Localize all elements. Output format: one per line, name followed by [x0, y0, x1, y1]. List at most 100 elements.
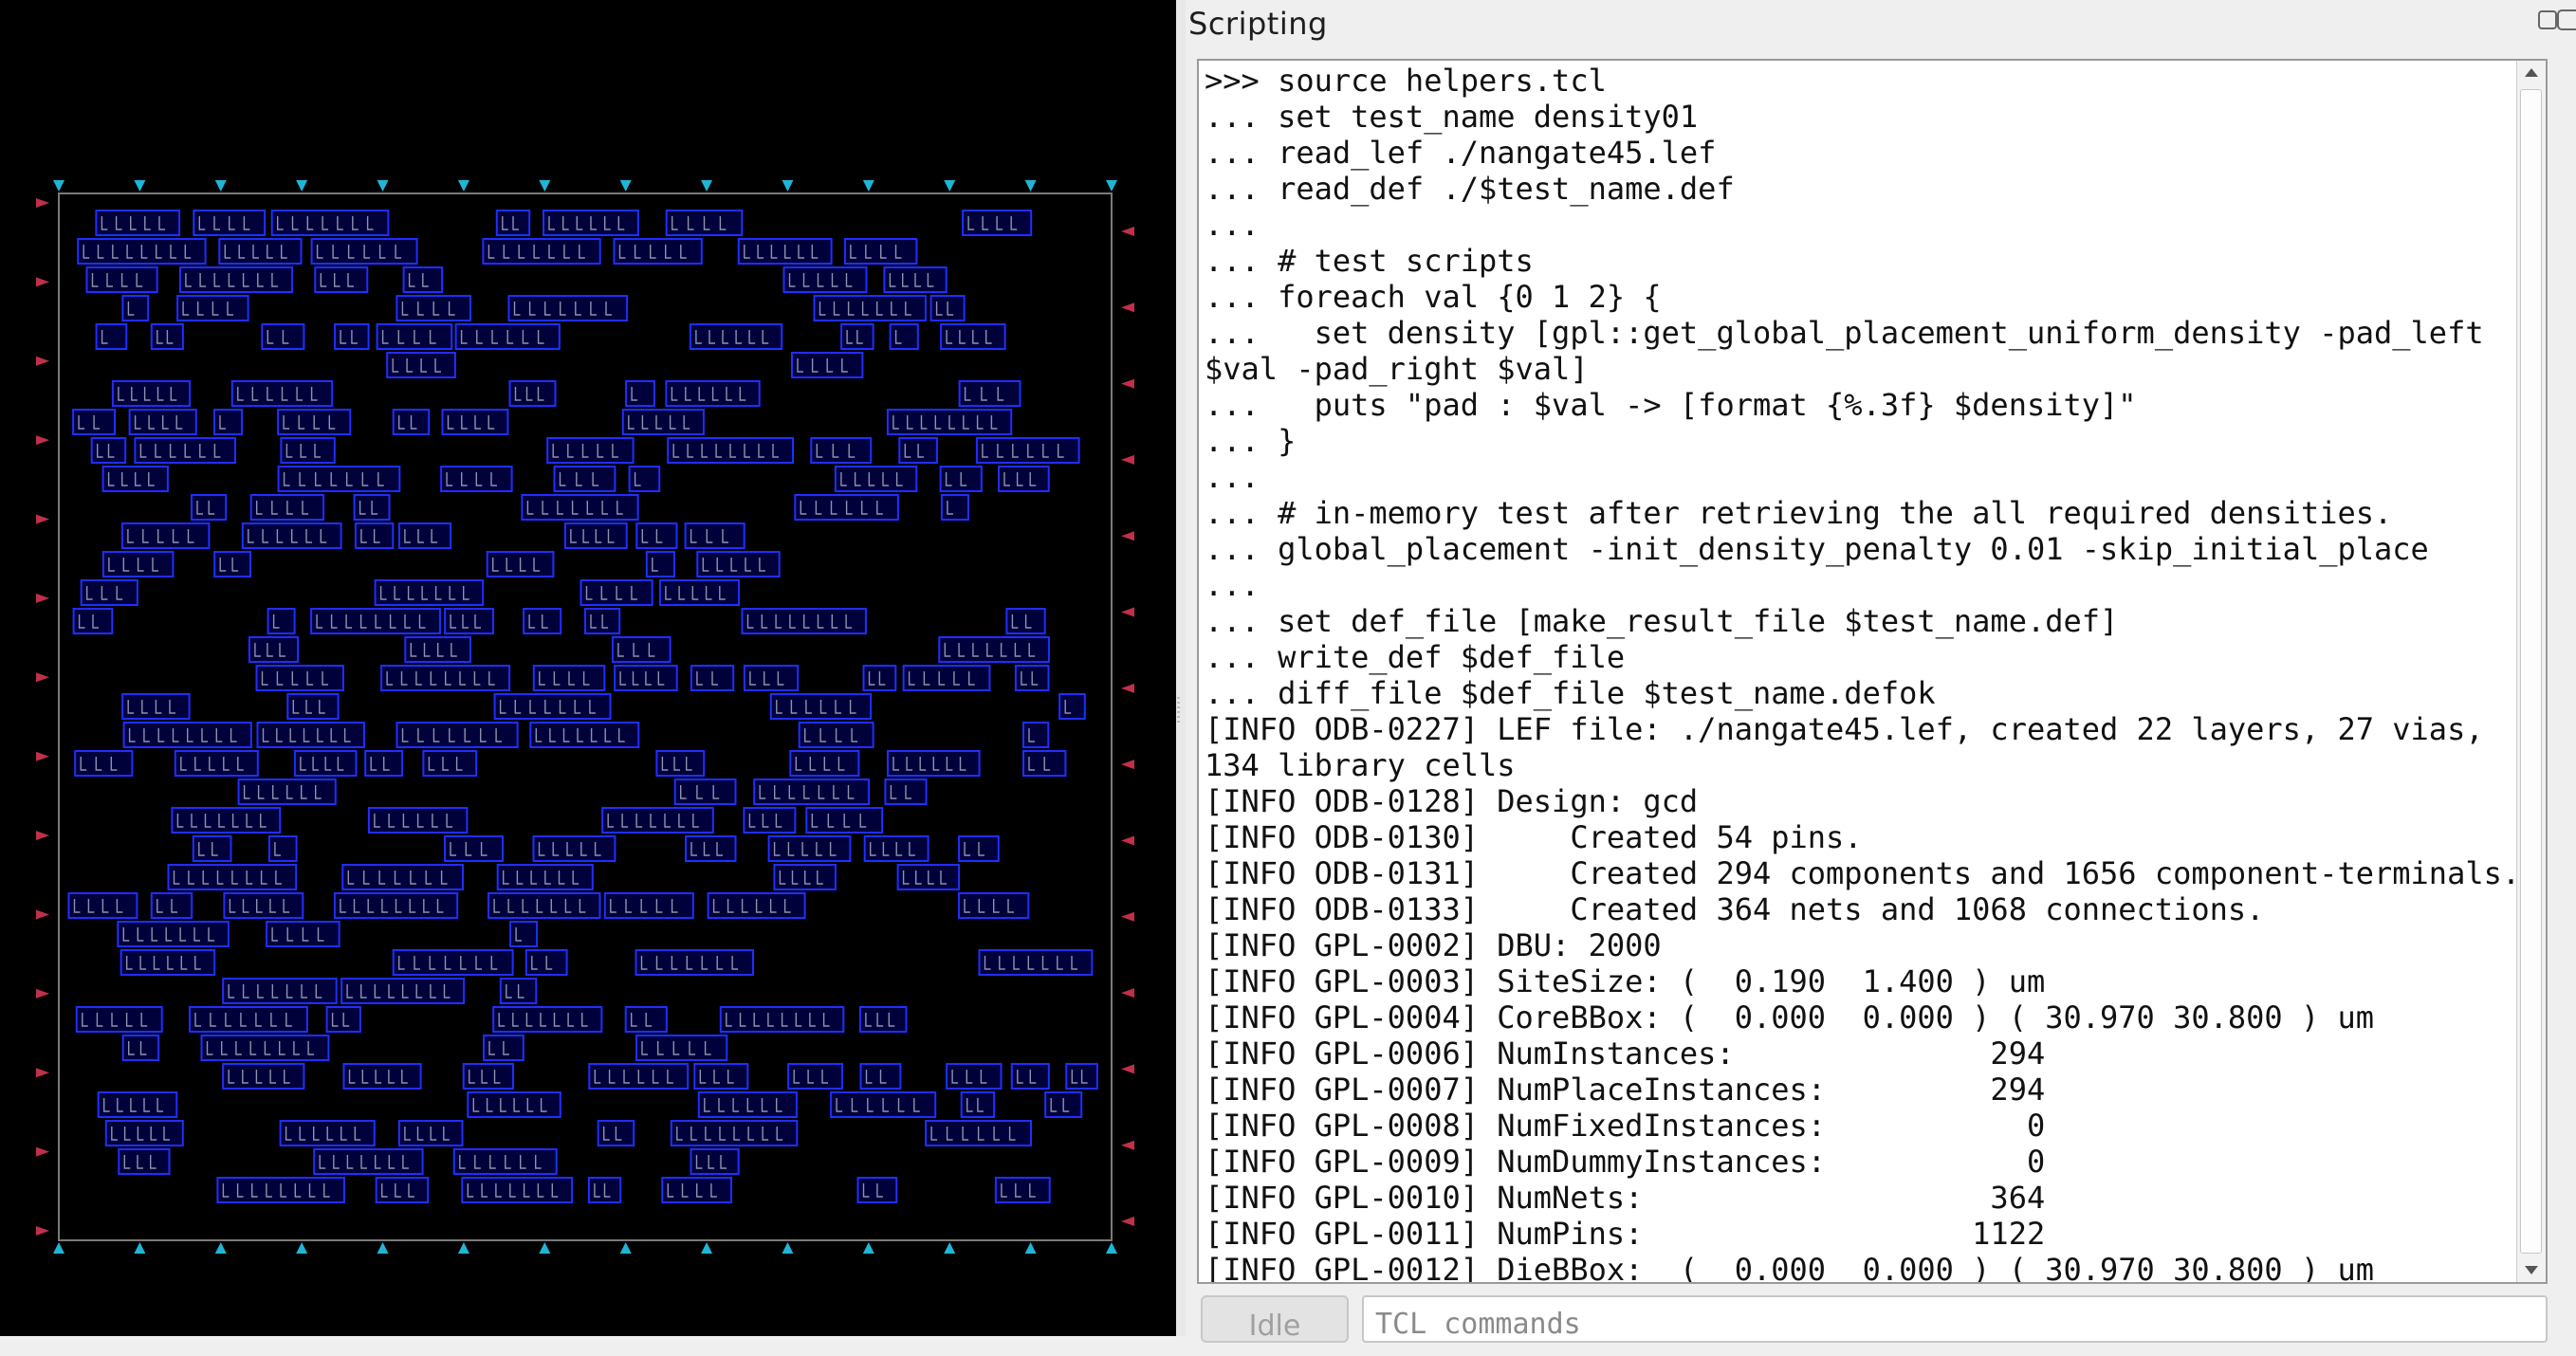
placed-instance	[529, 722, 640, 748]
io-pin-marker	[1121, 378, 1134, 389]
placed-instance	[80, 579, 138, 606]
console-output[interactable]: >>> source helpers.tcl... set test_name …	[1197, 59, 2548, 1284]
io-pin-marker	[1024, 1242, 1037, 1254]
console-line: [INFO GPL-0008] NumFixedInstances: 0	[1205, 1108, 2046, 1144]
console-line: [INFO GPL-0006] NumInstances: 294	[1205, 1035, 2046, 1072]
console-line: [INFO GPL-0010] NumNets: 364	[1205, 1180, 2046, 1216]
placed-instance	[1058, 693, 1086, 720]
layout-viewer[interactable]	[0, 0, 1176, 1336]
placed-instance	[625, 380, 655, 407]
console-line: $val -pad_right $val]	[1205, 351, 1589, 387]
placed-instance	[422, 750, 478, 777]
console-scrollbar[interactable]	[2516, 61, 2546, 1282]
placed-instance	[189, 1006, 308, 1033]
console-line: 134 library cells	[1205, 747, 1516, 783]
dock-close-icon[interactable]	[2557, 9, 2576, 30]
io-pin-marker	[1121, 1064, 1134, 1074]
io-pin-marker	[36, 356, 49, 366]
placed-instance	[492, 1006, 603, 1033]
io-pin-marker	[36, 672, 49, 683]
io-pin-marker	[296, 180, 308, 192]
placed-instance	[508, 380, 557, 407]
placed-instance	[392, 949, 514, 976]
placed-instance	[902, 665, 991, 691]
placed-instance	[743, 665, 800, 691]
placed-instance	[940, 494, 970, 521]
panel-splitter[interactable]	[1176, 0, 1186, 1336]
console-line: [INFO ODB-0133] Created 364 nets and 106…	[1205, 891, 2265, 927]
placed-instance	[998, 466, 1050, 492]
placed-instance	[889, 323, 919, 350]
placed-instance	[645, 551, 675, 577]
io-pin-marker	[36, 1068, 49, 1078]
placed-instance	[994, 1177, 1051, 1203]
console-line: [INFO ODB-0131] Created 294 components a…	[1205, 855, 2521, 891]
io-pin-marker	[1106, 1242, 1117, 1254]
placed-instance	[74, 750, 134, 777]
placed-instance	[938, 636, 1050, 663]
io-pin-marker	[701, 180, 713, 192]
placed-instance	[97, 1091, 178, 1118]
dock-float-icon[interactable]	[2538, 10, 2557, 29]
io-pin-marker	[1121, 607, 1134, 617]
splitter-grip[interactable]	[1177, 697, 1180, 725]
placed-instance	[396, 722, 519, 748]
placed-instance	[218, 238, 303, 265]
console-line: [INFO ODB-0227] LEF file: ./nangate45.le…	[1205, 711, 2484, 747]
placed-instance	[946, 1063, 1003, 1090]
placed-instance	[603, 892, 694, 919]
placed-instance	[222, 1063, 305, 1090]
console-line: [INFO GPL-0009] NumDummyInstances: 0	[1205, 1144, 2046, 1180]
placed-instance	[787, 1063, 843, 1090]
console-line: [INFO ODB-0130] Created 54 pins.	[1205, 819, 1863, 855]
console-line: [INFO GPL-0007] NumPlaceInstances: 294	[1205, 1072, 2046, 1108]
placed-instance	[104, 1120, 184, 1146]
scrollbar-thumb[interactable]	[2520, 89, 2542, 1254]
io-pin-marker	[53, 1242, 64, 1254]
console-line: [INFO GPL-0011] NumPins: 1122	[1205, 1216, 2046, 1252]
io-pin-marker	[1121, 760, 1134, 770]
placed-instance	[223, 892, 304, 919]
placed-instance	[121, 295, 150, 321]
io-pin-marker	[134, 1242, 146, 1254]
io-pin-marker	[701, 1242, 713, 1254]
scripting-dock: Scripting >>> source helpers.tcl... set …	[1186, 0, 2576, 1343]
scroll-down-icon[interactable]	[2525, 1266, 2538, 1274]
console-line: ... puts "pad : $val -> [format {%.3f} $…	[1205, 387, 2137, 423]
io-pin-marker	[1106, 180, 1117, 192]
placed-instance	[277, 466, 401, 492]
placed-instance	[117, 921, 230, 947]
io-pin-marker	[214, 180, 227, 192]
io-pin-marker	[1121, 1217, 1134, 1226]
io-pin-marker	[1024, 180, 1037, 192]
io-pin-marker	[214, 1242, 227, 1254]
placed-instance	[834, 466, 918, 492]
io-pin-marker	[1121, 1140, 1134, 1150]
io-pin-marker	[862, 1242, 874, 1254]
placed-instance	[314, 266, 369, 293]
io-pin-marker	[1121, 835, 1134, 846]
io-pin-marker	[782, 1242, 794, 1254]
placed-instance	[532, 835, 616, 862]
placed-instance	[267, 835, 298, 862]
io-pin-marker	[36, 593, 49, 603]
placed-instance	[743, 807, 797, 834]
io-pin-marker	[36, 1226, 49, 1236]
io-pin-marker	[457, 180, 469, 192]
io-pin-marker	[36, 435, 49, 446]
placed-instance	[270, 210, 390, 236]
placed-instance	[613, 238, 703, 265]
scroll-up-icon[interactable]	[2525, 68, 2538, 77]
dock-title: Scripting	[1188, 6, 1328, 42]
io-pin-marker	[36, 198, 49, 208]
console-line: ... write_def $def_file	[1205, 639, 1626, 675]
placed-instance	[978, 949, 1094, 976]
placed-instance	[753, 779, 871, 805]
placed-instance	[810, 437, 873, 464]
console-line: [INFO GPL-0003] SiteSize: ( 0.190 1.400 …	[1205, 963, 2046, 999]
io-pin-marker	[539, 1242, 551, 1254]
placed-instance	[341, 864, 464, 890]
console-line: ...	[1205, 459, 1260, 495]
console-line: ...	[1205, 207, 1260, 243]
io-pin-marker	[36, 277, 49, 287]
